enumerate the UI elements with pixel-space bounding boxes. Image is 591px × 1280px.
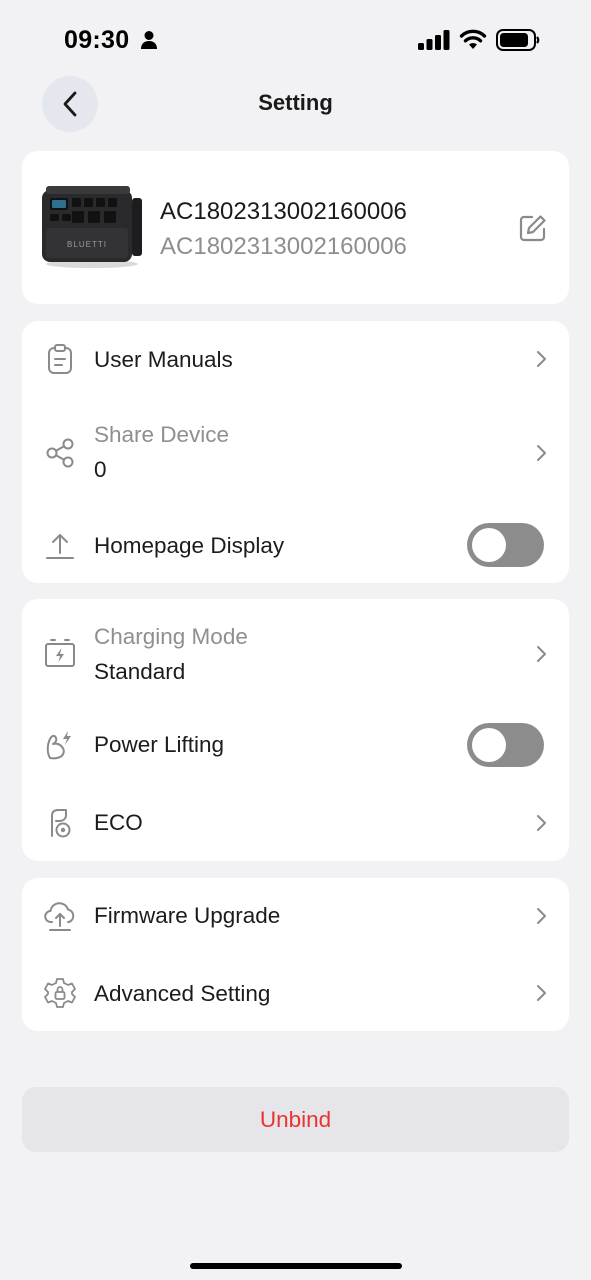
unbind-button[interactable]: Unbind [22,1087,569,1152]
device-card: BLUETTI AC1802313002160006 AC18023130021… [22,151,569,304]
power-lifting-toggle[interactable] [467,723,544,767]
chevron-right-icon [534,906,548,926]
sharing-card: User Manuals Share Device 0 Homepage Dis… [22,321,569,583]
clipboard-icon [44,343,76,375]
charging-mode-label: Charging Mode [94,624,248,649]
device-name: AC1802313002160006 [160,198,407,225]
chevron-right-icon [534,813,548,833]
battery-icon [496,29,540,51]
settings-screen: 09:30 Setting BLUETTI AC1802313002160006… [0,0,591,1280]
charging-mode-value: Standard [94,659,186,684]
upload-icon [44,529,76,561]
edit-icon[interactable] [518,213,548,243]
eco-row[interactable]: ECO [22,785,569,861]
eco-label: ECO [94,810,143,835]
power-lifting-label: Power Lifting [94,732,225,757]
chevron-right-icon [534,349,548,369]
battery-charge-icon [44,637,76,669]
advanced-setting-label: Advanced Setting [94,981,271,1006]
share-device-label: Share Device [94,422,230,447]
user-manuals-label: User Manuals [94,347,233,372]
share-device-count: 0 [94,457,107,482]
share-device-row[interactable]: Share Device 0 [22,403,569,503]
device-image: BLUETTI [40,184,146,270]
muscle-bolt-icon [44,729,76,761]
toggle-knob [472,528,506,562]
share-icon [44,437,76,469]
firmware-upgrade-label: Firmware Upgrade [94,903,281,928]
chevron-right-icon [534,983,548,1003]
chevron-right-icon [534,644,548,664]
home-indicator[interactable] [190,1263,402,1269]
power-card: Charging Mode Standard Power Lifting ECO [22,599,569,861]
gear-lock-icon [44,977,76,1009]
cloud-upload-icon [44,900,76,932]
signal-icon [418,30,450,50]
device-serial: AC1802313002160006 [160,233,407,260]
page-title: Setting [258,90,333,115]
eco-icon [44,807,76,839]
power-lifting-row: Power Lifting [22,707,569,783]
wifi-icon [459,28,487,50]
toggle-knob [472,728,506,762]
firmware-upgrade-row[interactable]: Firmware Upgrade [22,878,569,954]
charging-mode-row[interactable]: Charging Mode Standard [22,599,569,705]
homepage-display-row: Homepage Display [22,507,569,583]
device-brand-logo: BLUETTI [67,240,107,249]
advanced-setting-row[interactable]: Advanced Setting [22,955,569,1031]
status-bar: 09:30 [0,0,591,80]
user-manuals-row[interactable]: User Manuals [22,321,569,397]
homepage-display-toggle[interactable] [467,523,544,567]
person-icon [140,30,158,50]
chevron-right-icon [534,443,548,463]
system-card: Firmware Upgrade Advanced Setting [22,878,569,1031]
homepage-display-label: Homepage Display [94,533,285,558]
status-time: 09:30 [64,26,130,54]
